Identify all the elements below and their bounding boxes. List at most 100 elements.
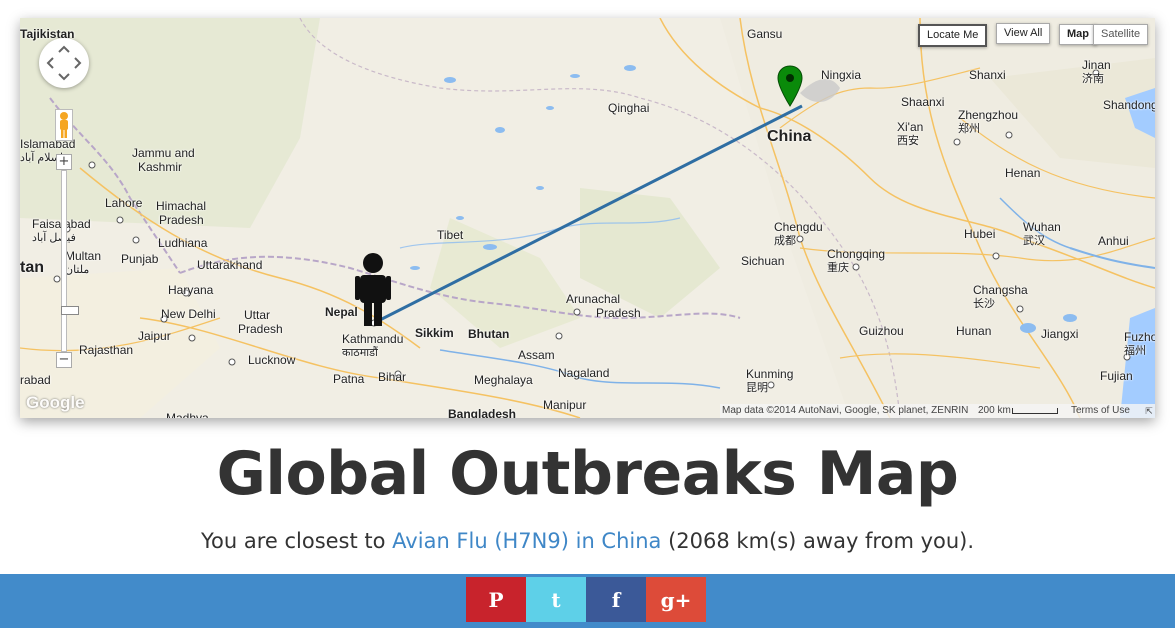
zoom-slider-handle[interactable]: [61, 306, 79, 315]
map-place-label: Ludhiana: [158, 236, 207, 250]
closest-outbreak-text: You are closest to Avian Flu (H7N9) in C…: [0, 525, 1175, 557]
scale-bar: [1012, 408, 1058, 414]
locate-me-button[interactable]: Locate Me: [918, 24, 988, 47]
closest-suffix: (2068 km(s) away from you).: [661, 529, 975, 553]
map-type-map-button[interactable]: Map: [1059, 24, 1097, 45]
place-native-name: 福州: [1124, 345, 1146, 357]
scale-label: 200 km: [978, 405, 1011, 416]
city-dot: [573, 308, 581, 316]
place-name: Xi'an: [897, 120, 924, 134]
map-place-label: Sichuan: [741, 254, 784, 268]
green-pin-icon[interactable]: [777, 65, 803, 107]
map-place-label: China: [767, 129, 811, 145]
map-type-satellite-button[interactable]: Satellite: [1093, 24, 1149, 45]
attribution-text: Map data ©2014 AutoNavi, Google, SK plan…: [722, 405, 969, 416]
place-name: Fujian: [1100, 369, 1133, 383]
map-place-label: Hunan: [956, 324, 991, 338]
place-name: Bihar: [378, 370, 407, 384]
map-place-label: Xi'an 西安: [897, 120, 923, 148]
place-native-name: 昆明: [746, 382, 768, 394]
expand-icon[interactable]: ⇱: [1143, 404, 1155, 418]
place-native-name: 长沙: [973, 298, 995, 310]
map-place-label: Sikkim: [415, 326, 454, 340]
pan-right-icon: [74, 57, 82, 69]
map-place-label: Changsha 长沙: [973, 283, 1028, 311]
place-native-name: 成都: [774, 235, 796, 247]
place-native-name: काठमाडौं: [342, 347, 378, 359]
map-place-label: Hubei: [964, 227, 995, 241]
place-name: Assam: [518, 348, 555, 362]
zoom-out-button[interactable]: −: [56, 352, 72, 368]
map-place-label: Zhengzhou 郑州: [958, 108, 1018, 136]
place-name: Jaipur: [138, 329, 171, 343]
place-name: Arunachal: [566, 292, 621, 306]
place-name: Jinan: [1082, 58, 1111, 72]
place-name: Nepal: [325, 305, 358, 319]
place-name: Qinghai: [608, 101, 650, 115]
map-place-label: Chengdu 成都: [774, 220, 823, 248]
google-logo[interactable]: Google: [26, 393, 85, 413]
share-footer: P t f g+: [0, 574, 1175, 628]
place-name: Kathmandu: [342, 332, 404, 346]
place-name: Hubei: [964, 227, 996, 241]
place-name: Zhengzhou: [958, 108, 1019, 122]
outbreak-link[interactable]: Avian Flu (H7N9) in China: [392, 529, 661, 553]
map-place-label: Lahore: [105, 196, 142, 210]
map-place-label: Madhya: [166, 411, 209, 418]
map-place-label: Tibet: [437, 228, 463, 242]
map-place-label: Assam: [518, 348, 555, 362]
map-place-label: rabad: [20, 373, 51, 387]
map-place-label: Pradesh: [238, 322, 283, 336]
map-place-label: Shandong: [1103, 98, 1155, 112]
place-name: Bangladesh: [448, 407, 517, 418]
place-name: Meghalaya: [474, 373, 533, 387]
map-place-label: Pradesh: [596, 306, 641, 320]
zoom-slider-track[interactable]: [61, 170, 79, 352]
map-place-label: Jiangxi: [1041, 327, 1078, 341]
city-dot: [132, 236, 140, 244]
map-place-label: Qinghai: [608, 101, 649, 115]
place-name: Rajasthan: [79, 343, 134, 357]
pinterest-share-button[interactable]: P: [466, 577, 526, 622]
place-name: Tibet: [437, 228, 464, 242]
place-name: Ludhiana: [158, 236, 208, 250]
facebook-share-button[interactable]: f: [586, 577, 646, 622]
map-place-label: Wuhan 武汉: [1023, 220, 1061, 248]
map-place-label: Kunming 昆明: [746, 367, 793, 395]
pan-up-icon: [58, 45, 70, 53]
outbreak-map[interactable]: Tajikistan Gansu Ningxia Shanxi Jinan 济南 Shand…: [20, 18, 1155, 418]
place-name: Pradesh: [238, 322, 283, 336]
map-place-label: Meghalaya: [474, 373, 533, 387]
place-name: Fuzhou: [1124, 330, 1155, 344]
map-attribution-bar: Map data ©2014 AutoNavi, Google, SK plan…: [720, 404, 1155, 418]
street-view-pegman-icon[interactable]: [55, 109, 73, 141]
map-place-label: Jaipur: [138, 329, 171, 343]
zoom-in-button[interactable]: +: [56, 154, 72, 170]
map-place-label: Uttarakhand: [197, 258, 262, 272]
place-name: Shanxi: [969, 68, 1006, 82]
map-place-label: Nepal: [325, 305, 358, 319]
google-plus-share-button[interactable]: g+: [646, 577, 706, 622]
place-name: Lahore: [105, 196, 143, 210]
pan-down-icon: [58, 73, 70, 81]
place-name: Lucknow: [248, 353, 296, 367]
person-marker-icon[interactable]: [354, 252, 392, 328]
map-place-label: Haryana: [168, 283, 213, 297]
terms-of-use-link[interactable]: Terms of Use: [1071, 404, 1130, 418]
place-name: Kunming: [746, 367, 794, 381]
place-name: Punjab: [121, 252, 159, 266]
pan-control[interactable]: [39, 38, 89, 88]
city-dot: [228, 358, 236, 366]
place-name: Madhya: [166, 411, 209, 418]
place-name: Jiangxi: [1041, 327, 1079, 341]
place-name: Gansu: [747, 27, 783, 41]
view-all-button[interactable]: View All: [996, 23, 1051, 44]
zoom-control[interactable]: + −: [56, 154, 79, 370]
place-native-name: 重庆: [827, 262, 849, 274]
twitter-share-button[interactable]: t: [526, 577, 586, 622]
place-name: Wuhan: [1023, 220, 1061, 234]
place-native-name: 武汉: [1023, 235, 1045, 247]
closest-prefix: You are closest to: [200, 529, 393, 553]
map-place-label: Nagaland: [558, 366, 609, 380]
place-native-name: 济南: [1082, 73, 1104, 85]
